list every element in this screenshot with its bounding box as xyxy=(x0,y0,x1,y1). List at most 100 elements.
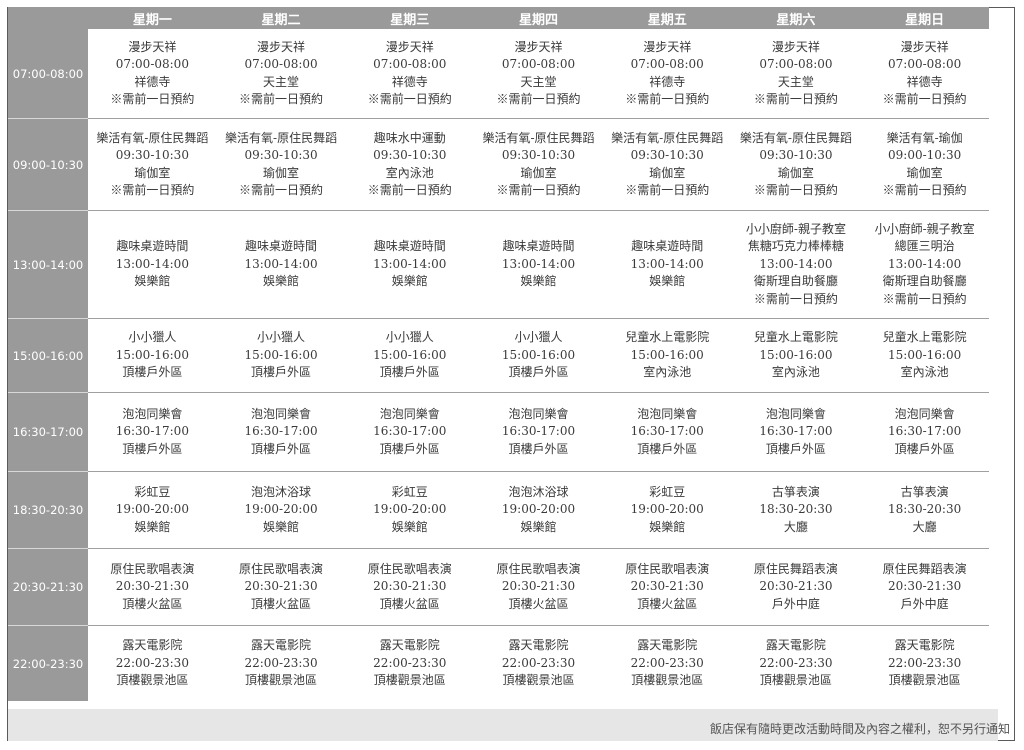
activity-line: 泡泡同樂會 xyxy=(894,406,955,421)
activity-line: 09:30-10:30 xyxy=(244,148,318,162)
activity-line: 19:00-20:00 xyxy=(501,502,576,517)
day-header-sun: 星期日 xyxy=(860,7,989,29)
activity-line: 15:00-16:00 xyxy=(888,347,962,362)
activity-line: 漫步天祥 xyxy=(257,39,306,54)
activity-line: 頂樓戶外區 xyxy=(508,441,569,456)
activity-line: 露天電影院 xyxy=(765,638,826,653)
activity-line: 原住民舞蹈表演 xyxy=(882,561,967,576)
activity-line: 頂樓觀景池區 xyxy=(502,673,575,688)
activity-line: 趣味桌遊時間 xyxy=(502,239,575,254)
activity-line: 頂樓火盆區 xyxy=(251,596,312,611)
activity-cell-sat: 古箏表演 18:30-20:30 大廳 xyxy=(731,472,861,549)
activity-line: 娛樂館 xyxy=(263,519,300,534)
activity-line: 13:00-14:00 xyxy=(115,256,189,271)
activity-line: 頂樓戶外區 xyxy=(637,441,698,456)
activity-line: 小小獵人 xyxy=(128,330,177,345)
activity-line: 瑜伽室 xyxy=(520,165,557,180)
activity-line: 趣味水中運動 xyxy=(373,130,446,145)
activity-line: 20:30-21:30 xyxy=(115,579,189,594)
activity-line: 07:00-08:00 xyxy=(244,57,318,71)
activity-line: 15:00-16:00 xyxy=(244,347,318,362)
activity-line: 祥德寺 xyxy=(134,74,171,89)
activity-line: 頂樓戶外區 xyxy=(122,441,183,456)
activity-line: ※需前一日預約 xyxy=(110,92,195,106)
activity-line: 樂活有氧-原住民舞蹈 xyxy=(225,130,338,145)
activity-line: 瑜伽室 xyxy=(134,165,171,180)
day-header-fri: 星期五 xyxy=(602,7,732,29)
activity-line: 泡泡沐浴球 xyxy=(251,484,312,499)
activity-line: 娛樂館 xyxy=(391,519,428,534)
header-corner xyxy=(8,7,88,29)
activity-line: 樂活有氧-原住民舞蹈 xyxy=(96,130,209,145)
activity-cell-tue: 露天電影院 22:00-23:30 頂樓觀景池區 xyxy=(216,626,346,701)
activity-line: ※需前一日預約 xyxy=(753,183,838,197)
activity-line: 小小獵人 xyxy=(257,330,306,345)
activity-line: ※需前一日預約 xyxy=(625,92,710,106)
activity-line: 泡泡沐浴球 xyxy=(508,484,569,499)
activity-line: 總匯三明治 xyxy=(894,239,955,254)
activity-line: 泡泡同樂會 xyxy=(251,406,312,421)
day-header-tue: 星期二 xyxy=(216,7,346,29)
time-slot-label: 15:00-16:00 xyxy=(8,319,88,393)
time-slot-label: 09:00-10:30 xyxy=(8,119,88,211)
activity-line: 原住民歌唱表演 xyxy=(496,561,581,576)
activity-line: 20:30-21:30 xyxy=(501,579,576,594)
activity-line: 頂樓戶外區 xyxy=(122,365,183,380)
activity-cell-fri: 露天電影院 22:00-23:30 頂樓觀景池區 xyxy=(602,626,732,701)
activity-line: 瑜伽室 xyxy=(263,165,300,180)
activity-line: 泡泡同樂會 xyxy=(637,406,698,421)
activity-line: 漫步天祥 xyxy=(900,39,949,54)
activity-line: 趣味桌遊時間 xyxy=(631,239,704,254)
activity-line: 漫步天祥 xyxy=(643,39,692,54)
activity-line: 兒童水上電影院 xyxy=(625,330,710,345)
activity-line: 古箏表演 xyxy=(900,484,949,499)
activity-line: 20:30-21:30 xyxy=(888,579,962,594)
activity-line: 祥德寺 xyxy=(391,74,428,89)
activity-line: 大廳 xyxy=(912,519,937,534)
activity-line: 室內泳池 xyxy=(771,365,820,380)
activity-line: 20:30-21:30 xyxy=(630,579,704,594)
activity-line: 泡泡同樂會 xyxy=(508,406,569,421)
activity-line: 室內泳池 xyxy=(385,165,434,180)
activity-cell-tue: 漫步天祥 07:00-08:00 天主堂 ※需前一日預約 xyxy=(216,29,346,119)
activity-cell-tue: 樂活有氧-原住民舞蹈 09:30-10:30 瑜伽室 ※需前一日預約 xyxy=(216,119,346,211)
activity-line: 頂樓戶外區 xyxy=(379,365,440,380)
activity-line: 09:30-10:30 xyxy=(373,148,447,162)
activity-cell-mon: 露天電影院 22:00-23:30 頂樓觀景池區 xyxy=(88,626,217,701)
activity-line: 樂活有氧-原住民舞蹈 xyxy=(482,130,595,145)
activity-cell-mon: 小小獵人 15:00-16:00 頂樓戶外區 xyxy=(88,319,217,393)
activity-line: 焦糖巧克力棒棒糖 xyxy=(747,239,844,254)
activity-line: 13:00-14:00 xyxy=(630,256,704,271)
activity-line: 娛樂館 xyxy=(134,274,171,289)
activity-line: 15:00-16:00 xyxy=(759,347,833,362)
activity-cell-sat: 小小廚師-親子教室 焦糖巧克力棒棒糖 13:00-14:00 衛斯理自助餐廳 ※需前一日… xyxy=(731,211,861,319)
activity-line: 瑜伽室 xyxy=(649,165,686,180)
activity-line: 原住民歌唱表演 xyxy=(239,561,324,576)
activity-cell-tue: 趣味桌遊時間 13:00-14:00 娛樂館 xyxy=(216,211,346,319)
activity-line: 天主堂 xyxy=(520,74,557,89)
activity-line: 頂樓觀景池區 xyxy=(373,673,446,688)
time-slot-label: 22:00-23:30 xyxy=(8,626,88,701)
activity-schedule-table: 星期一 星期二 星期三 星期四 星期五 星期六 星期日 07:00-08:00 漫… xyxy=(8,7,989,701)
activity-cell-sat: 原住民舞蹈表演 20:30-21:30 戶外中庭 xyxy=(731,549,861,626)
activity-line: 19:00-20:00 xyxy=(373,502,447,517)
activity-line: 07:00-08:00 xyxy=(115,57,189,71)
activity-line: 娛樂館 xyxy=(391,274,428,289)
activity-cell-mon: 趣味桌遊時間 13:00-14:00 娛樂館 xyxy=(88,211,217,319)
activity-line: 頂樓戶外區 xyxy=(894,441,955,456)
activity-line: ※需前一日預約 xyxy=(239,92,324,106)
activity-line: 15:00-16:00 xyxy=(630,347,704,362)
activity-cell-fri: 樂活有氧-原住民舞蹈 09:30-10:30 瑜伽室 ※需前一日預約 xyxy=(602,119,732,211)
activity-line: 大廳 xyxy=(783,519,808,534)
activity-line: 09:00-10:30 xyxy=(888,148,962,162)
activity-line: 小小獵人 xyxy=(385,330,434,345)
activity-line: 頂樓觀景池區 xyxy=(116,673,189,688)
activity-cell-sat: 泡泡同樂會 16:30-17:00 頂樓戶外區 xyxy=(731,393,861,472)
day-header-wed: 星期三 xyxy=(345,7,475,29)
activity-line: 漫步天祥 xyxy=(514,39,563,54)
activity-cell-sat: 漫步天祥 07:00-08:00 天主堂 ※需前一日預約 xyxy=(731,29,861,119)
activity-line: 娛樂館 xyxy=(263,274,300,289)
activity-line: 頂樓火盆區 xyxy=(379,596,440,611)
activity-line: 15:00-16:00 xyxy=(115,347,189,362)
activity-cell-sat: 露天電影院 22:00-23:30 頂樓觀景池區 xyxy=(731,626,861,701)
